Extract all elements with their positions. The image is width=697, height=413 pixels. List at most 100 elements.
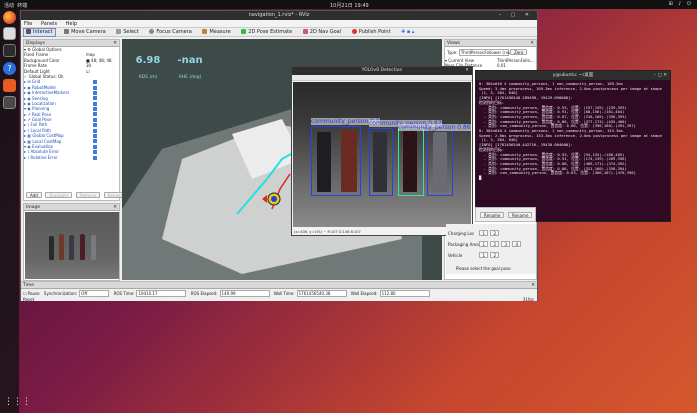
enable-checkbox[interactable] xyxy=(93,139,97,144)
goal-button[interactable]: 1 xyxy=(479,252,489,258)
rviz-toolbar: Interact Move Camera Select Focus Camera… xyxy=(21,28,537,37)
sync-select[interactable]: Off xyxy=(79,290,110,297)
goal-button[interactable]: 2 xyxy=(490,230,500,236)
display-tree-item[interactable]: ▸ ⌇ Relative Error xyxy=(24,155,119,160)
detection-image[interactable]: community_person 0.9 community_person 0.… xyxy=(293,82,471,227)
remove-button[interactable]: Remove xyxy=(76,192,101,198)
display-tree-label: ▸ ▦ Local CostMap xyxy=(24,138,62,144)
wall-elapsed-value: 112.80 xyxy=(379,290,430,297)
enable-checkbox[interactable] xyxy=(93,123,97,128)
enable-checkbox[interactable] xyxy=(93,134,97,139)
goal-row-label: Packaging Area xyxy=(448,242,479,247)
terminal-icon[interactable] xyxy=(3,44,16,57)
rviz-titlebar[interactable]: navigation_1.rviz* - RViz – ▢ ✕ xyxy=(21,11,537,20)
tool-measure[interactable]: Measure xyxy=(200,28,232,37)
reset-button[interactable]: Reset xyxy=(23,297,34,302)
wall-time-field: Wall Time: 1761456540.38 xyxy=(274,290,347,297)
tool-select[interactable]: Select xyxy=(114,28,140,37)
enable-checkbox[interactable] xyxy=(93,101,97,106)
enable-checkbox[interactable] xyxy=(93,144,97,149)
goal-button[interactable]: 1 xyxy=(479,230,489,236)
enable-checkbox[interactable] xyxy=(93,90,97,95)
pink-arrow-icon xyxy=(302,29,308,34)
display-tree-label: ▾ ◉ Evaluation xyxy=(24,144,54,150)
person-figure xyxy=(59,234,64,260)
menu-file[interactable]: File xyxy=(24,21,32,27)
active-app-name[interactable]: 终端 xyxy=(17,3,27,9)
window-controls[interactable]: – ▢ ✕ xyxy=(498,11,533,20)
close-icon[interactable]: ✕ xyxy=(113,40,117,47)
tool-interact[interactable]: Interact xyxy=(23,28,56,37)
displays-title-text: Displays xyxy=(26,41,45,46)
terminal-title: y@ubuntu: ~/桌面 xyxy=(552,73,594,78)
close-icon[interactable]: ✕ xyxy=(465,67,469,75)
enable-checkbox[interactable] xyxy=(93,80,97,85)
ros-time-label: ROS Time: xyxy=(113,291,135,296)
tool-2d-pose-estimate[interactable]: 2D Pose Estimate xyxy=(239,28,294,37)
tool-publish-point[interactable]: Publish Point xyxy=(350,28,393,37)
terminal-window: y@ubuntu: ~/桌面 – ▢ ✕ 0: 384x640 4 commun… xyxy=(475,70,671,222)
tool-focus-camera[interactable]: Focus Camera xyxy=(147,28,194,37)
display-tree-label: ▸ ⊞ Grid xyxy=(24,79,41,85)
rename-button[interactable]: Rename xyxy=(508,212,532,218)
rviz-icon[interactable] xyxy=(3,96,16,109)
goal-button[interactable]: 4 xyxy=(512,241,522,247)
goal-button[interactable]: 3 xyxy=(501,241,511,247)
enable-checkbox[interactable] xyxy=(93,117,97,122)
help-icon[interactable]: ? xyxy=(3,62,16,75)
bounding-box xyxy=(311,126,361,196)
window-controls[interactable]: – ▢ ✕ xyxy=(654,71,667,80)
camera-icon xyxy=(64,29,70,34)
close-icon[interactable]: ✕ xyxy=(113,204,117,211)
tool-move-camera[interactable]: Move Camera xyxy=(62,28,108,37)
yolo-titlebar[interactable]: YOLOv8 Detection ✕ xyxy=(292,67,472,75)
clock[interactable]: 10月21日 19:49 xyxy=(330,2,369,9)
rename-button[interactable]: Rename xyxy=(480,212,504,218)
tool-2d-pose-label: 2D Pose Estimate xyxy=(248,29,293,35)
software-center-icon[interactable] xyxy=(3,79,16,92)
enable-checkbox[interactable] xyxy=(93,128,97,133)
speed-unit: ADS (m) xyxy=(138,75,158,80)
terminal-output[interactable]: 0: 384x640 4 community_persons, 1 non_co… xyxy=(476,80,670,220)
enable-checkbox[interactable] xyxy=(93,112,97,117)
sync-label: Synchronization: xyxy=(43,291,78,296)
tool-2d-nav-goal-label: 2D Nav Goal xyxy=(309,29,342,35)
tool-2d-nav-goal[interactable]: 2D Nav Goal xyxy=(301,28,343,37)
tool-measure-label: Measure xyxy=(209,29,231,35)
rename-dialog: Rename Rename xyxy=(475,207,536,222)
goal-button[interactable]: 2 xyxy=(490,241,500,247)
menu-panels[interactable]: Panels xyxy=(41,21,57,27)
activities-text[interactable]: 活动 xyxy=(4,3,14,9)
goal-row-charging: Charging Loc 12 xyxy=(448,230,501,236)
tool-publish-point-label: Publish Point xyxy=(358,29,391,35)
close-icon[interactable]: ✕ xyxy=(530,40,534,47)
firefox-icon[interactable] xyxy=(3,11,16,24)
display-tree-label: ▸ ▦ Global CostMap xyxy=(24,133,64,139)
ros-time-field: ROS Time: 19410.17 xyxy=(114,290,187,297)
menu-help[interactable]: Help xyxy=(66,21,77,27)
enable-checkbox[interactable] xyxy=(93,155,97,160)
wall-time-value: 1761456540.38 xyxy=(296,290,347,297)
sync-field: Synchronization: Off xyxy=(43,290,110,297)
enable-checkbox[interactable] xyxy=(93,96,97,101)
enable-checkbox[interactable] xyxy=(93,85,97,90)
files-icon[interactable] xyxy=(3,27,16,40)
enable-checkbox[interactable] xyxy=(93,150,97,155)
goal-button[interactable]: 2 xyxy=(490,252,500,258)
show-applications-icon[interactable]: ⋮⋮⋮ xyxy=(4,397,31,408)
enable-checkbox[interactable] xyxy=(93,107,97,112)
terminal-titlebar[interactable]: y@ubuntu: ~/桌面 – ▢ ✕ xyxy=(476,71,670,80)
display-tree: ▾ ⚙ Global Options Fixed Frame map Backgr… xyxy=(24,47,119,160)
pause-checkbox[interactable]: ☐ Pause xyxy=(23,291,40,296)
plus-icon[interactable]: ✚ ▪ ▴ xyxy=(399,28,416,37)
add-button[interactable]: Add xyxy=(26,192,42,198)
close-icon[interactable]: ✕ xyxy=(531,282,535,289)
system-tray[interactable]: ⊞ ♪ ⏻ xyxy=(668,1,693,7)
goal-row-vehicle: Vehicle 12 xyxy=(448,252,501,258)
wall-time-label: Wall Time: xyxy=(273,291,295,296)
zero-button[interactable]: Zero xyxy=(510,49,528,55)
duplicate-button[interactable]: Duplicate xyxy=(45,192,73,198)
activities-label[interactable]: 活动 终端 xyxy=(4,2,27,9)
goal-button[interactable]: 1 xyxy=(479,241,489,247)
view-type-select[interactable]: ThirdPersonFollower (rviz) xyxy=(458,49,513,56)
